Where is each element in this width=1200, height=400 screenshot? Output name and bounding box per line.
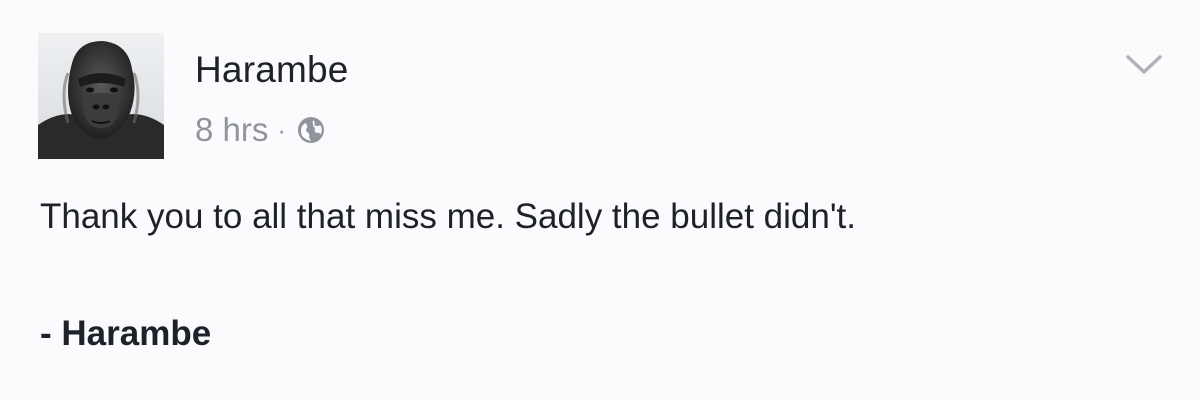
facebook-post: Harambe 8 hrs · Thank you to all that mi… xyxy=(0,0,1200,400)
avatar[interactable] xyxy=(38,33,164,159)
meta-separator: · xyxy=(277,115,287,145)
post-timestamp[interactable]: 8 hrs xyxy=(195,110,268,150)
post-signature: - Harambe xyxy=(40,314,212,353)
post-meta: 8 hrs · xyxy=(195,110,326,150)
author-name[interactable]: Harambe xyxy=(195,48,349,92)
chevron-down-icon[interactable] xyxy=(1125,52,1163,78)
globe-icon[interactable] xyxy=(296,115,326,145)
post-text: Thank you to all that miss me. Sadly the… xyxy=(40,197,856,236)
gorilla-avatar-image xyxy=(38,33,164,159)
